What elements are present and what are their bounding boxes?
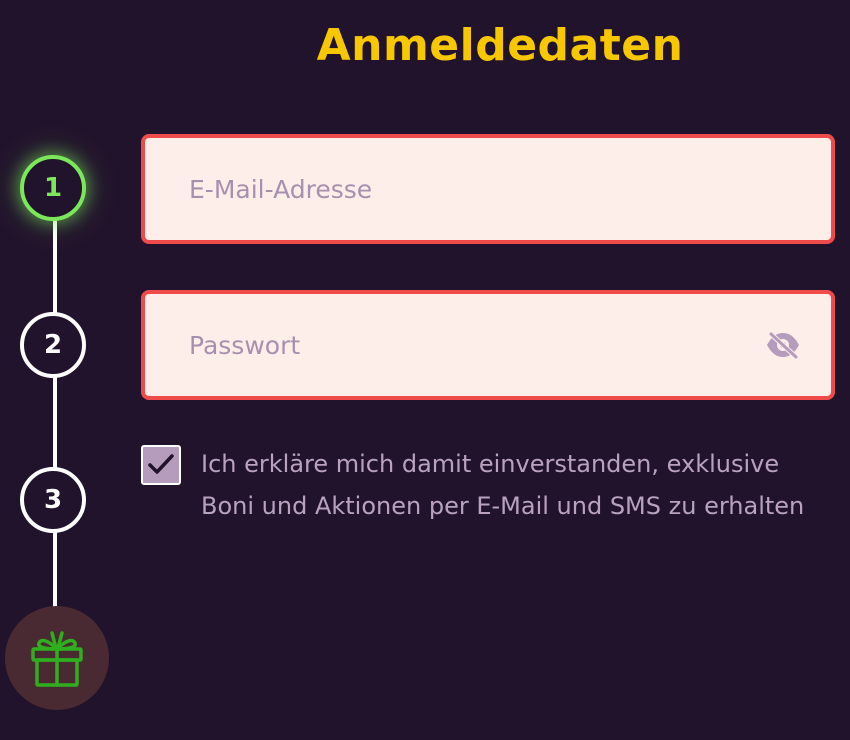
password-field[interactable]: [141, 290, 835, 400]
step-2: 2: [20, 312, 86, 378]
checkmark-icon: [148, 454, 174, 474]
email-field[interactable]: [141, 134, 835, 244]
step-2-label: 2: [43, 330, 63, 360]
step-3: 3: [20, 467, 86, 533]
step-1: 1: [20, 155, 86, 221]
consent-label: Ich erkläre mich damit einverstanden, ex…: [201, 450, 805, 520]
eye-off-icon: [767, 331, 799, 359]
step-1-label: 1: [43, 173, 63, 203]
step-3-label: 3: [43, 485, 63, 515]
toggle-password-visibility-button[interactable]: [763, 329, 803, 361]
progress-stepper: 1 2 3: [0, 0, 120, 740]
stepper-line: [53, 188, 57, 608]
password-input[interactable]: [145, 294, 831, 396]
gift-icon: [31, 631, 83, 687]
reward-step: [5, 606, 109, 710]
email-input[interactable]: [145, 138, 831, 240]
consent-checkbox[interactable]: [141, 445, 181, 485]
page-title: Anmeldedaten: [316, 20, 684, 71]
